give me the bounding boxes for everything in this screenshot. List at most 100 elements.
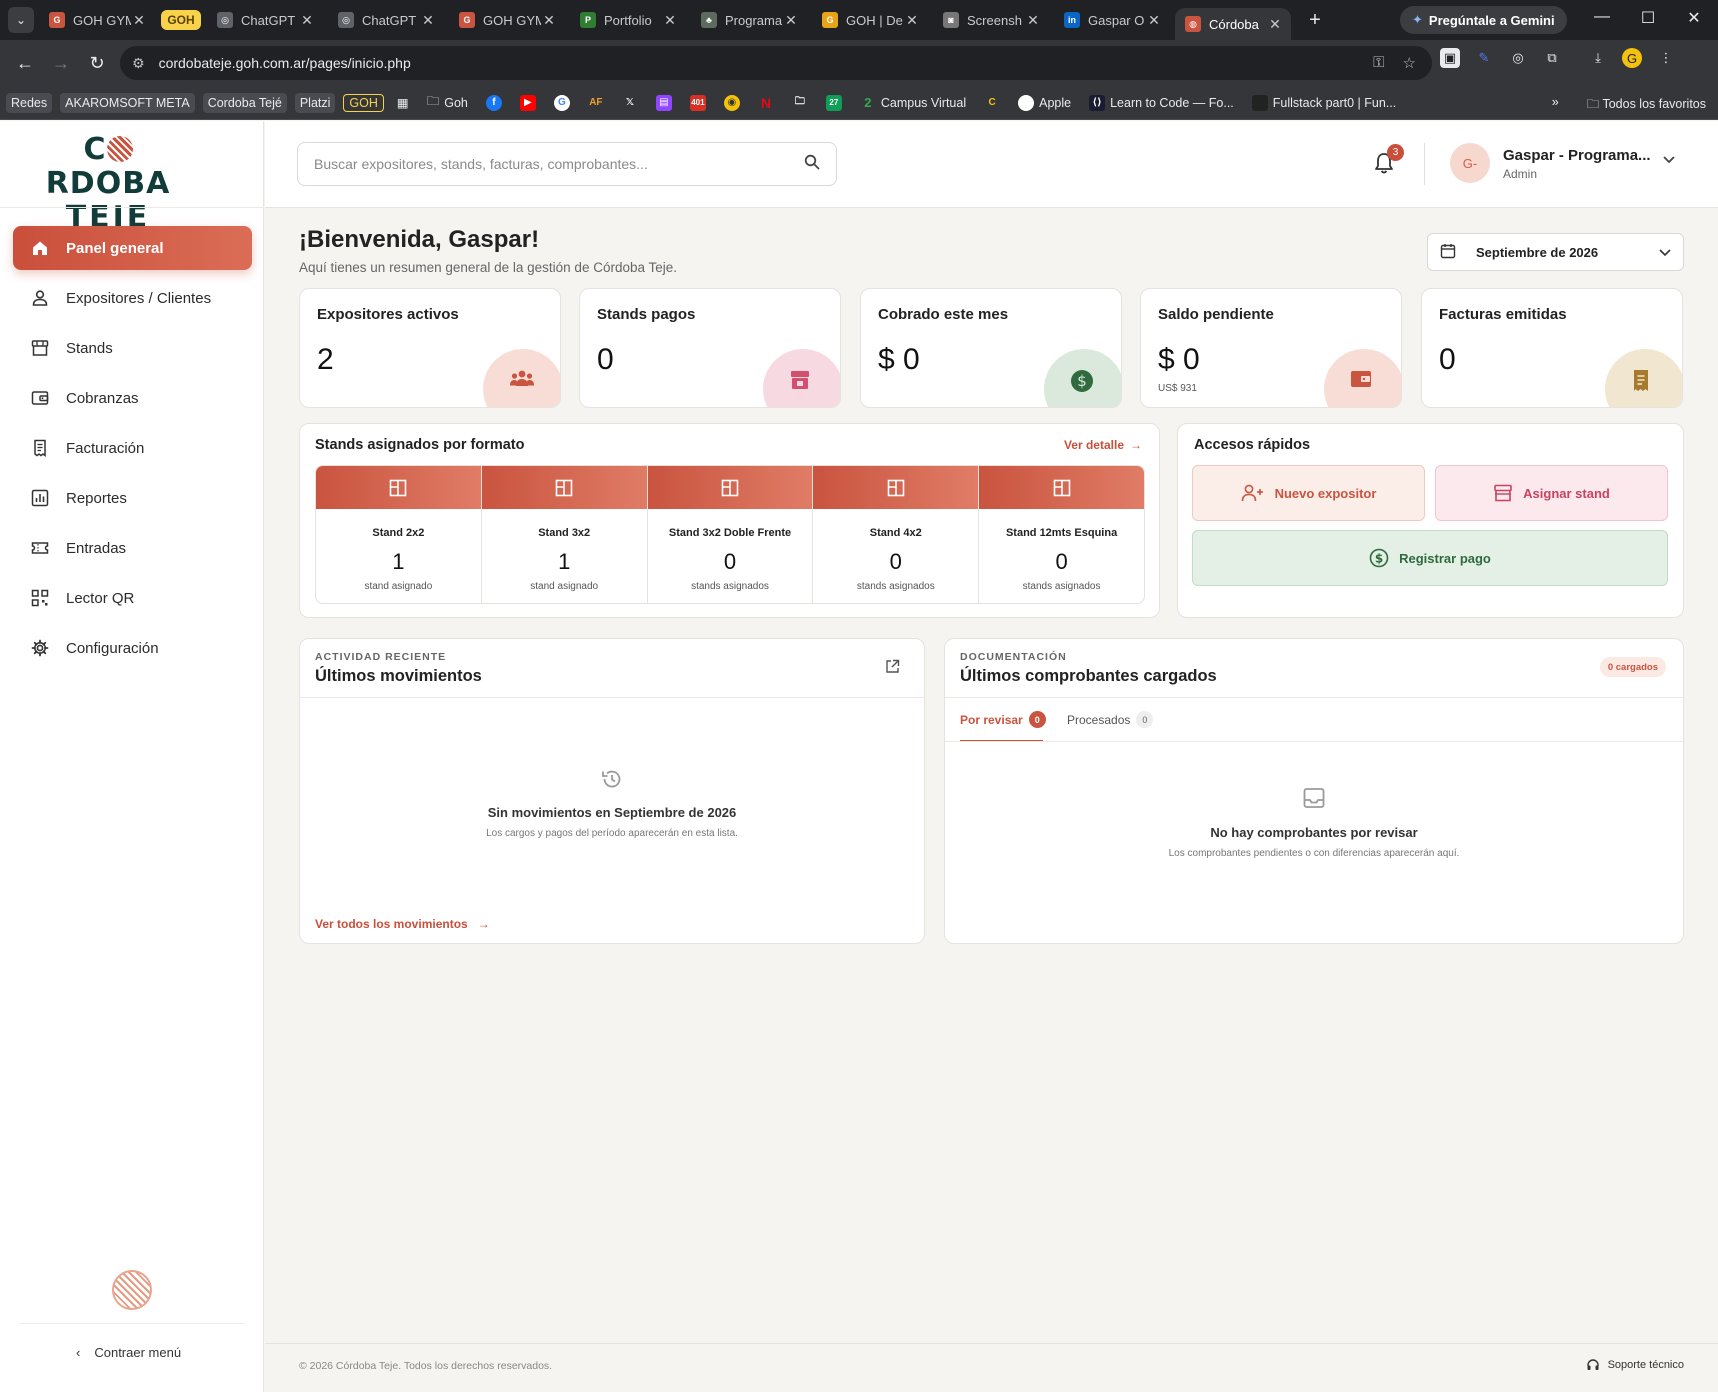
sidebar-item-facturacion[interactable]: Facturación xyxy=(13,426,252,470)
c-bookmark-icon[interactable]: C xyxy=(979,92,1005,114)
support-link[interactable]: Soporte técnico xyxy=(1586,1358,1684,1372)
close-tab-icon[interactable]: ✕ xyxy=(299,12,315,29)
google-bookmark-icon[interactable]: G xyxy=(549,92,575,114)
kpi-card[interactable]: Expositores activos 2 xyxy=(299,288,561,408)
close-tab-icon[interactable]: ✕ xyxy=(1025,12,1041,29)
facebook-bookmark-icon[interactable]: f xyxy=(481,92,507,114)
month-select[interactable]: Septiembre de 2026 xyxy=(1427,233,1684,271)
401-bookmark-icon[interactable]: 401 xyxy=(685,92,711,114)
minimize-icon[interactable]: — xyxy=(1590,8,1614,26)
sidebar-item-lector-qr[interactable]: Lector QR xyxy=(13,576,252,620)
star-icon[interactable]: ☆ xyxy=(1403,54,1416,72)
folder-bookmark-icon[interactable]: 🗀 xyxy=(787,92,813,114)
tab-search-chevron-icon[interactable]: ⌄ xyxy=(8,7,34,33)
profile-avatar-icon[interactable]: G xyxy=(1622,48,1642,68)
browser-tab[interactable]: ♣ Programa ✕ xyxy=(691,4,807,36)
collapse-menu-button[interactable]: ‹ Contraer menú xyxy=(76,1345,181,1360)
bookmark-chip[interactable]: GOH xyxy=(343,93,384,112)
tab-por-revisar[interactable]: Por revisar 0 xyxy=(960,711,1046,728)
more-bookmarks-icon[interactable]: » xyxy=(1552,95,1559,116)
bookmark-campus-virtual[interactable]: 2 Campus Virtual xyxy=(855,92,971,114)
bookmark-chip[interactable]: AKAROMSOFT META xyxy=(60,92,195,113)
browser-tab[interactable]: G GOH GYM ✕ xyxy=(39,4,155,36)
bookmark-chip[interactable]: Platzi xyxy=(294,92,336,113)
sidebar-item-panel-general[interactable]: Panel general xyxy=(13,226,252,270)
maximize-icon[interactable]: ☐ xyxy=(1636,8,1660,28)
sidebar-item-entradas[interactable]: Entradas xyxy=(13,526,252,570)
user-name[interactable]: Gaspar - Programa... xyxy=(1503,147,1651,164)
gemini-button[interactable]: ✦ Pregúntale a Gemini xyxy=(1400,6,1567,34)
pen-ext-icon[interactable]: ✎ xyxy=(1474,48,1494,68)
netflix-bookmark-icon[interactable]: N xyxy=(753,92,779,114)
search-input[interactable]: Buscar expositores, stands, facturas, co… xyxy=(297,142,837,186)
browser-tab[interactable]: ◙ Screensh ✕ xyxy=(933,4,1049,36)
kebab-menu-icon[interactable]: ⋮ xyxy=(1656,48,1676,68)
stand-format-card[interactable]: Stand 3x2 1 stand asignado xyxy=(481,466,648,603)
reload-icon[interactable]: ↻ xyxy=(80,46,114,80)
external-link-icon[interactable] xyxy=(885,659,900,678)
sidebar-item-cobranzas[interactable]: Cobranzas xyxy=(13,376,252,420)
kpi-card[interactable]: Stands pagos 0 xyxy=(579,288,841,408)
close-tab-icon[interactable]: ✕ xyxy=(904,12,920,29)
close-tab-icon[interactable]: ✕ xyxy=(783,12,799,29)
stand-format-card[interactable]: Stand 12mts Esquina 0 stands asignados xyxy=(979,466,1144,603)
back-arrow-icon[interactable]: ← xyxy=(8,46,42,80)
search-placeholder[interactable]: Buscar expositores, stands, facturas, co… xyxy=(314,156,804,172)
screenshot-ext-icon[interactable]: ▣ xyxy=(1440,48,1460,68)
view-all-movements-link[interactable]: Ver todos los movimientos → xyxy=(315,917,490,931)
yellow-bookmark-icon[interactable]: ◉ xyxy=(719,92,745,114)
browser-tab-goh-group[interactable]: GOH xyxy=(160,4,202,36)
bookmark-goh[interactable]: 🗀 Goh xyxy=(422,89,473,116)
browser-tab[interactable]: G GOH | De ✕ xyxy=(812,4,928,36)
sidebar-item-expositores-clientes[interactable]: Expositores / Clientes xyxy=(13,276,252,320)
apps-grid-icon[interactable]: ▦ xyxy=(392,92,414,113)
af-bookmark-icon[interactable]: AF xyxy=(583,92,609,114)
bookmark-learn-to-code[interactable]: ⟨⟩ Learn to Code — Fo... xyxy=(1084,92,1239,114)
twitch-bookmark-icon[interactable]: ▤ xyxy=(651,92,677,114)
address-bar[interactable]: ⚙ cordobateje.goh.com.ar/pages/inicio.ph… xyxy=(120,46,1432,80)
stand-format-card[interactable]: Stand 4x2 0 stands asignados xyxy=(813,466,980,603)
close-tab-icon[interactable]: ✕ xyxy=(131,12,147,29)
download-icon[interactable]: ⤓ xyxy=(1588,48,1608,68)
close-tab-icon[interactable]: ✕ xyxy=(662,12,678,29)
bookmark-chip[interactable]: Redes xyxy=(6,92,53,113)
close-tab-icon[interactable]: ✕ xyxy=(541,12,557,29)
assign-stand-button[interactable]: Asignar stand xyxy=(1435,465,1668,521)
kpi-card[interactable]: Cobrado este mes $ 0 $ xyxy=(860,288,1122,408)
kpi-card[interactable]: Facturas emitidas 0 xyxy=(1421,288,1683,408)
close-tab-icon[interactable]: ✕ xyxy=(1267,16,1283,33)
browser-tab[interactable]: in Gaspar O ✕ xyxy=(1054,4,1170,36)
key-icon[interactable]: ⚿ xyxy=(1373,54,1384,72)
view-detail-link[interactable]: Ver detalle → xyxy=(1064,438,1142,452)
browser-tab[interactable]: G GOH GYM ✕ xyxy=(449,4,565,36)
site-settings-icon[interactable]: ⚙ xyxy=(132,55,145,72)
puzzle-icon[interactable]: ⧉ xyxy=(1542,48,1562,68)
sidebar-item-configuracion[interactable]: Configuración xyxy=(13,626,252,670)
close-window-icon[interactable]: ✕ xyxy=(1682,8,1706,28)
avatar[interactable]: G- xyxy=(1450,143,1490,183)
forward-arrow-icon[interactable]: → xyxy=(44,46,78,80)
register-payment-button[interactable]: $ Registrar pago xyxy=(1192,530,1668,586)
browser-tab[interactable]: ◎ ChatGPT ✕ xyxy=(328,4,444,36)
stand-format-card[interactable]: Stand 2x2 1 stand asignado xyxy=(316,466,482,603)
calendar-bookmark-icon[interactable]: 27 xyxy=(821,92,847,114)
chatgpt-ext-icon[interactable]: ◎ xyxy=(1508,48,1528,68)
cordoba-teje-logo[interactable]: CRDOBA TEJE xyxy=(28,133,188,235)
url-text[interactable]: cordobateje.goh.com.ar/pages/inicio.php xyxy=(159,55,411,71)
close-tab-icon[interactable]: ✕ xyxy=(1146,12,1162,29)
chevron-down-icon[interactable] xyxy=(1663,153,1675,167)
stand-format-card[interactable]: Stand 3x2 Doble Frente 0 stands asignados xyxy=(647,466,814,603)
tab-procesados[interactable]: Procesados 0 xyxy=(1067,711,1154,728)
kpi-card[interactable]: Saldo pendiente $ 0 US$ 931 xyxy=(1140,288,1402,408)
all-bookmarks[interactable]: 🗀 Todos los favoritos xyxy=(1587,95,1706,116)
close-tab-icon[interactable]: ✕ xyxy=(420,12,436,29)
browser-tab[interactable]: ◎ ChatGPT ✕ xyxy=(207,4,323,36)
sidebar-item-reportes[interactable]: Reportes xyxy=(13,476,252,520)
bookmark-fullstack[interactable]: Fullstack part0 | Fun... xyxy=(1247,92,1401,114)
new-exhibitor-button[interactable]: Nuevo expositor xyxy=(1192,465,1425,521)
sidebar-item-stands[interactable]: Stands xyxy=(13,326,252,370)
browser-tab[interactable]: ◍ Córdoba ✕ xyxy=(1175,8,1291,40)
browser-tab[interactable]: P Portfolio ✕ xyxy=(570,4,686,36)
bookmark-apple[interactable]: Apple xyxy=(1013,92,1076,114)
new-tab-button[interactable]: + xyxy=(1301,9,1329,32)
